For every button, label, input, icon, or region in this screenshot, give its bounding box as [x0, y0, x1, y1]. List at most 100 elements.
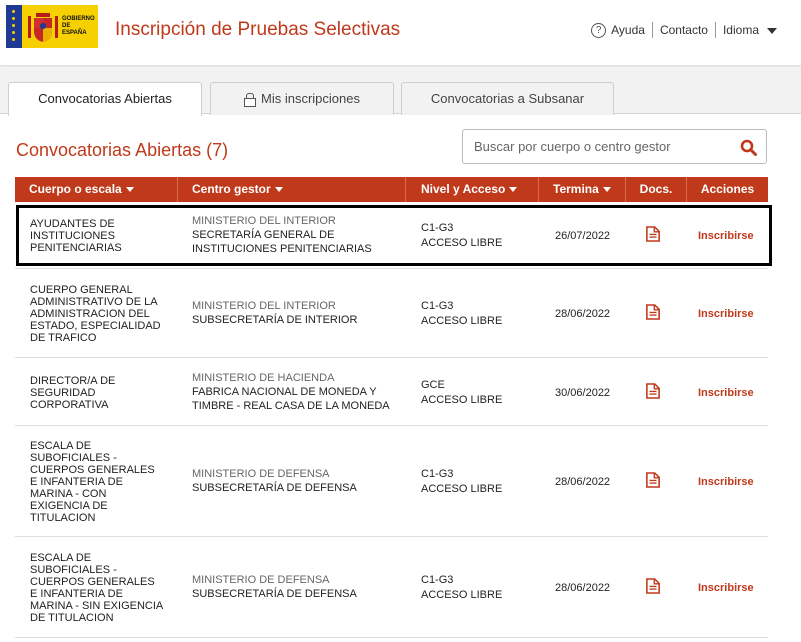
tab-convocatorias-abiertas[interactable]: Convocatorias Abiertas	[8, 82, 202, 116]
language-selector[interactable]: Idioma	[723, 23, 777, 37]
acceso-value: ACCESO LIBRE	[421, 589, 503, 601]
cuerpo-line: DIRECTOR/A DE	[30, 374, 116, 387]
cuerpo-line: AYUDANTES DE	[30, 218, 115, 230]
table-row: ESCALA DE SUBOFICIALES - CUERPOS GENERALES…	[15, 538, 768, 638]
chevron-down-icon	[767, 27, 777, 34]
nivel-value: C1-G3	[421, 300, 454, 312]
cuerpo-line: E INFANTERIA DE	[30, 588, 123, 600]
help-link[interactable]: Ayuda	[611, 23, 645, 37]
cell-nivel-acceso: C1-G3 ACCESO LIBRE	[421, 221, 541, 251]
search-box	[462, 129, 767, 164]
centro-line: SUBSECRETARÍA DE INTERIOR	[192, 314, 358, 326]
tab-convocatorias-a-subsanar[interactable]: Convocatorias a Subsanar	[401, 82, 614, 115]
column-header-centro[interactable]: Centro gestor	[178, 177, 406, 202]
cuerpo-line: PENITENCIARIAS	[30, 242, 122, 254]
lock-icon	[244, 93, 256, 107]
table-row: CUERPO GENERAL ADMINISTRATIVO DE LA ADMINI…	[15, 270, 768, 358]
document-icon[interactable]	[646, 578, 662, 596]
eu-flag-icon	[6, 5, 22, 48]
centro-line: SECRETARÍA GENERAL DE	[192, 229, 335, 241]
column-header-termina[interactable]: Termina	[539, 177, 626, 202]
contact-link[interactable]: Contacto	[660, 23, 708, 37]
cell-termina: 28/06/2022	[555, 476, 611, 488]
ministerio-name: MINISTERIO DE HACIENDA	[192, 371, 335, 384]
gobierno-de-espana-logo[interactable]: GOBIERNO DE ESPAÑA	[6, 5, 98, 48]
ministerio-name: MINISTERIO DE DEFENSA	[192, 468, 330, 480]
acceso-value: ACCESO LIBRE	[421, 315, 503, 327]
centro-line: INSTITUCIONES PENITENCIARIAS	[192, 243, 372, 255]
table-header: Cuerpo o escala Centro gestor Nivel y Ac…	[15, 177, 768, 202]
cell-cuerpo: ESCALA DE SUBOFICIALES - CUERPOS GENERALES…	[30, 552, 175, 624]
app-title: Inscripción de Pruebas Selectivas	[115, 19, 401, 40]
sort-down-icon	[274, 187, 283, 193]
column-header-nivel[interactable]: Nivel y Acceso	[406, 177, 539, 202]
cuerpo-line: ESTADO, ESPECIALIDAD	[30, 320, 161, 332]
section-title: Convocatorias Abiertas (7)	[16, 140, 229, 160]
ministerio-name: MINISTERIO DE DEFENSA	[192, 574, 330, 586]
inscribirse-link[interactable]: Inscribirse	[698, 582, 754, 594]
inscribirse-link[interactable]: Inscribirse	[698, 230, 754, 242]
cuerpo-line: E INFANTERIA DE	[30, 476, 123, 488]
column-header-label: Acciones	[700, 182, 755, 196]
column-header-label: Cuerpo o escala	[29, 182, 122, 196]
nivel-value: C1-G3	[421, 574, 454, 586]
help-icon[interactable]: ?	[591, 22, 607, 38]
top-nav: ? Ayuda Contacto Idioma	[591, 22, 777, 38]
acceso-value: ACCESO LIBRE	[421, 483, 503, 495]
cell-cuerpo: ESCALA DE SUBOFICIALES - CUERPOS GENERALES…	[30, 440, 175, 524]
document-icon[interactable]	[646, 226, 662, 244]
nivel-value: C1-G3	[421, 468, 454, 480]
app-header: GOBIERNO DE ESPAÑA Inscripción de Pruebas…	[0, 0, 801, 66]
nav-divider	[714, 22, 716, 38]
cell-termina: 28/06/2022	[555, 582, 611, 594]
cuerpo-line: MARINA - CON	[30, 488, 107, 500]
cuerpo-line: SEGURIDAD	[30, 386, 96, 399]
column-header-label: Termina	[553, 182, 599, 196]
column-header-cuerpo[interactable]: Cuerpo o escala	[15, 177, 178, 202]
nivel-value: GCE	[421, 378, 445, 391]
logo-text: GOBIERNO DE ESPAÑA	[62, 16, 95, 36]
cuerpo-line: INSTITUCIONES	[30, 230, 115, 242]
table-row: DIRECTOR/A DE SEGURIDAD CORPORATIVA MINISTE…	[15, 359, 768, 426]
cell-centro-gestor: MINISTERIO DE DEFENSA SUBSECRETARÍA DE DE…	[192, 467, 412, 495]
centro-line: SUBSECRETARÍA DE DEFENSA	[192, 588, 357, 600]
column-header-label: Nivel y Acceso	[421, 182, 506, 196]
table-row: ESCALA DE SUBOFICIALES - CUERPOS GENERALES…	[15, 427, 768, 537]
inscribirse-link[interactable]: Inscribirse	[698, 476, 754, 488]
cell-nivel-acceso: C1-G3 ACCESO LIBRE	[421, 573, 541, 603]
cell-centro-gestor: MINISTERIO DE DEFENSA SUBSECRETARÍA DE DE…	[192, 573, 412, 601]
tab-mis-inscripciones[interactable]: Mis inscripciones	[210, 82, 394, 115]
cuerpo-line: DE TITULACION	[30, 612, 114, 624]
sort-down-icon	[509, 187, 518, 193]
cell-termina: 30/06/2022	[555, 386, 611, 399]
cell-centro-gestor: MINISTERIO DEL INTERIOR SECRETARÍA GENERA…	[192, 214, 412, 256]
acceso-value: ACCESO LIBRE	[421, 393, 503, 406]
sort-down-icon	[125, 187, 134, 193]
document-icon[interactable]	[646, 304, 662, 322]
search-input[interactable]	[463, 130, 723, 163]
cell-termina: 26/07/2022	[555, 230, 611, 242]
document-icon[interactable]	[646, 382, 662, 401]
cuerpo-line: CUERPOS GENERALES	[30, 576, 155, 588]
inscribirse-link[interactable]: Inscribirse	[698, 308, 754, 320]
inscribirse-link[interactable]: Inscribirse	[698, 387, 754, 399]
cuerpo-line: ESCALA DE	[30, 552, 92, 564]
cuerpo-line: DE TRAFICO	[30, 332, 97, 344]
search-icon[interactable]	[740, 139, 757, 156]
centro-line: FABRICA NACIONAL DE MONEDA Y	[192, 385, 377, 398]
cuerpo-line: EXIGENCIA DE	[30, 500, 108, 512]
tab-label: Convocatorias Abiertas	[38, 91, 172, 106]
cell-cuerpo: AYUDANTES DE INSTITUCIONES PENITENCIARIAS	[30, 218, 175, 254]
tabs-bar: Convocatorias Abiertas Mis inscripciones…	[0, 67, 801, 116]
column-header-label: Centro gestor	[192, 182, 271, 196]
centro-line: TIMBRE - REAL CASA DE LA MONEDA	[192, 399, 390, 412]
column-header-acciones: Acciones	[687, 177, 768, 202]
cell-nivel-acceso: C1-G3 ACCESO LIBRE	[421, 467, 541, 497]
cuerpo-line: TITULACION	[30, 512, 96, 524]
column-header-docs: Docs.	[626, 177, 687, 202]
language-label: Idioma	[722, 23, 759, 37]
document-icon[interactable]	[646, 472, 662, 490]
cell-nivel-acceso: GCE ACCESO LIBRE	[421, 378, 541, 408]
cell-termina: 28/06/2022	[555, 308, 611, 320]
tab-label: Mis inscripciones	[261, 91, 360, 106]
